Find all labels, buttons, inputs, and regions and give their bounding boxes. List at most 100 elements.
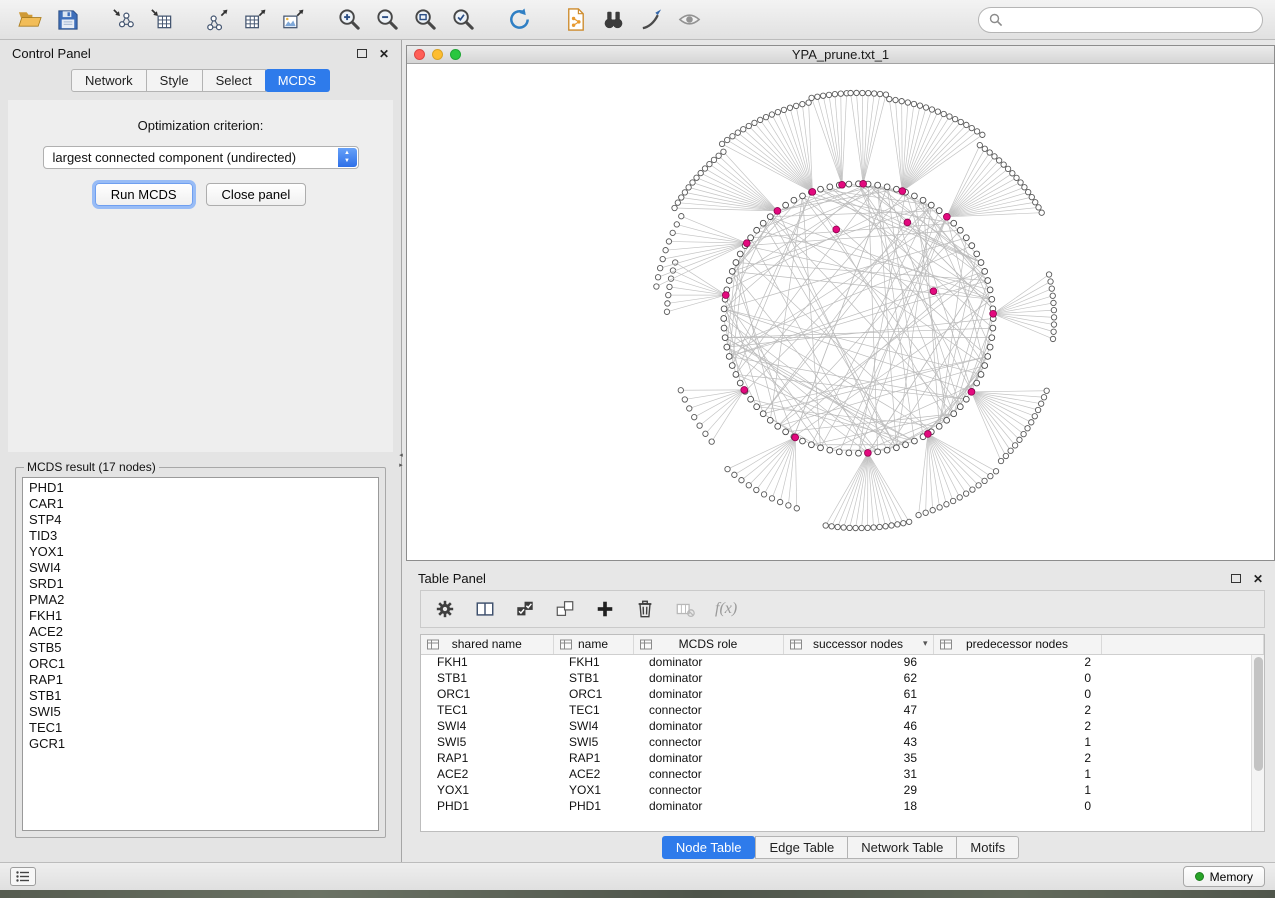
panel-splitter[interactable]: ◂ ▸ [397, 448, 405, 474]
cell-name[interactable]: SWI4 [553, 718, 633, 734]
mcds-result-item[interactable]: STB5 [23, 640, 378, 656]
table-row[interactable]: PHD1PHD1dominator180 [421, 798, 1264, 814]
tab-select[interactable]: Select [203, 69, 266, 92]
cell-role[interactable]: dominator [633, 670, 783, 686]
splitter-collapse-icon[interactable]: ◂ [399, 451, 403, 461]
cell-predecessors[interactable]: 2 [933, 718, 1101, 734]
tab-style[interactable]: Style [147, 69, 203, 92]
show-columns-button[interactable] [475, 599, 495, 619]
task-history-button[interactable] [10, 867, 36, 886]
tab-edge-table[interactable]: Edge Table [755, 836, 848, 859]
search-box[interactable] [978, 7, 1263, 33]
cell-shared_name[interactable]: PHD1 [421, 798, 553, 814]
minimize-window-icon[interactable] [432, 49, 443, 60]
cell-successors[interactable]: 61 [783, 686, 933, 702]
table-scrollbar[interactable] [1251, 655, 1264, 831]
cell-name[interactable]: TEC1 [553, 702, 633, 718]
toggle-graphics-details-button[interactable] [672, 5, 706, 35]
cell-successors[interactable]: 47 [783, 702, 933, 718]
cell-successors[interactable]: 29 [783, 782, 933, 798]
cell-role[interactable]: dominator [633, 798, 783, 814]
run-mcds-button[interactable]: Run MCDS [95, 183, 193, 206]
cell-predecessors[interactable]: 0 [933, 798, 1101, 814]
cell-predecessors[interactable]: 2 [933, 702, 1101, 718]
cell-predecessors[interactable]: 0 [933, 670, 1101, 686]
mcds-result-item[interactable]: PMA2 [23, 592, 378, 608]
cell-name[interactable]: RAP1 [553, 750, 633, 766]
open-file-button[interactable] [12, 5, 46, 35]
mcds-result-list[interactable]: PHD1CAR1STP4TID3YOX1SWI4SRD1PMA2FKH1ACE2… [22, 477, 379, 831]
cell-name[interactable]: ACE2 [553, 766, 633, 782]
cell-predecessors[interactable]: 1 [933, 782, 1101, 798]
column-header-predecessor-nodes[interactable]: predecessor nodes [933, 635, 1101, 654]
mcds-result-item[interactable]: PHD1 [23, 480, 378, 496]
cell-name[interactable]: PHD1 [553, 798, 633, 814]
table-settings-button[interactable] [435, 599, 455, 619]
mcds-result-item[interactable]: TID3 [23, 528, 378, 544]
annotate-button[interactable] [634, 5, 668, 35]
cell-successors[interactable]: 31 [783, 766, 933, 782]
cell-shared_name[interactable]: YOX1 [421, 782, 553, 798]
cell-predecessors[interactable]: 1 [933, 766, 1101, 782]
cell-role[interactable]: connector [633, 734, 783, 750]
zoom-selected-button[interactable] [446, 5, 480, 35]
cell-shared_name[interactable]: FKH1 [421, 654, 553, 670]
delete-column-button[interactable] [675, 599, 695, 619]
mcds-result-item[interactable]: GCR1 [23, 736, 378, 752]
cell-successors[interactable]: 18 [783, 798, 933, 814]
table-row[interactable]: RAP1RAP1dominator352 [421, 750, 1264, 766]
float-table-panel-icon[interactable] [1231, 574, 1241, 583]
cell-name[interactable]: FKH1 [553, 654, 633, 670]
mcds-result-item[interactable]: YOX1 [23, 544, 378, 560]
export-image-button[interactable] [276, 5, 310, 35]
cell-name[interactable]: STB1 [553, 670, 633, 686]
table-row[interactable]: SWI5SWI5connector431 [421, 734, 1264, 750]
cell-successors[interactable]: 62 [783, 670, 933, 686]
float-panel-icon[interactable] [357, 49, 367, 58]
cell-predecessors[interactable]: 1 [933, 734, 1101, 750]
cell-shared_name[interactable]: SWI5 [421, 734, 553, 750]
scrollbar-thumb[interactable] [1254, 657, 1263, 771]
close-control-panel-icon[interactable]: ✕ [379, 48, 389, 60]
zoom-in-button[interactable] [332, 5, 366, 35]
table-row[interactable]: STB1STB1dominator620 [421, 670, 1264, 686]
mcds-result-item[interactable]: SWI5 [23, 704, 378, 720]
mcds-result-item[interactable]: FKH1 [23, 608, 378, 624]
cell-role[interactable]: connector [633, 782, 783, 798]
delete-row-button[interactable] [635, 599, 655, 619]
cell-successors[interactable]: 43 [783, 734, 933, 750]
cell-role[interactable]: connector [633, 766, 783, 782]
cell-shared_name[interactable]: ORC1 [421, 686, 553, 702]
column-header-mcds-role[interactable]: MCDS role [633, 635, 783, 654]
refresh-view-button[interactable] [502, 5, 536, 35]
column-header-name[interactable]: name [553, 635, 633, 654]
cell-shared_name[interactable]: RAP1 [421, 750, 553, 766]
cell-name[interactable]: ORC1 [553, 686, 633, 702]
network-graph[interactable] [407, 64, 1274, 560]
tab-motifs[interactable]: Motifs [957, 836, 1019, 859]
mcds-result-item[interactable]: ORC1 [23, 656, 378, 672]
zoom-fit-button[interactable] [408, 5, 442, 35]
cell-role[interactable]: dominator [633, 718, 783, 734]
cell-name[interactable]: YOX1 [553, 782, 633, 798]
table-row[interactable]: YOX1YOX1connector291 [421, 782, 1264, 798]
export-network-button[interactable] [200, 5, 234, 35]
find-button[interactable] [596, 5, 630, 35]
mcds-result-item[interactable]: ACE2 [23, 624, 378, 640]
share-session-button[interactable] [558, 5, 592, 35]
add-row-button[interactable] [595, 599, 615, 619]
export-table-button[interactable] [238, 5, 272, 35]
memory-button[interactable]: Memory [1183, 866, 1265, 887]
search-input[interactable] [1009, 12, 1252, 27]
network-titlebar[interactable]: YPA_prune.txt_1 [407, 46, 1274, 64]
table-row[interactable]: ORC1ORC1dominator610 [421, 686, 1264, 702]
close-panel-button[interactable]: Close panel [206, 183, 307, 206]
cell-role[interactable]: connector [633, 702, 783, 718]
tab-mcds[interactable]: MCDS [265, 69, 330, 92]
mcds-result-item[interactable]: TEC1 [23, 720, 378, 736]
mcds-result-item[interactable]: STP4 [23, 512, 378, 528]
column-header-successor-nodes[interactable]: successor nodes▾ [783, 635, 933, 654]
table-row[interactable]: ACE2ACE2connector311 [421, 766, 1264, 782]
cell-role[interactable]: dominator [633, 686, 783, 702]
tab-network[interactable]: Network [71, 69, 147, 92]
